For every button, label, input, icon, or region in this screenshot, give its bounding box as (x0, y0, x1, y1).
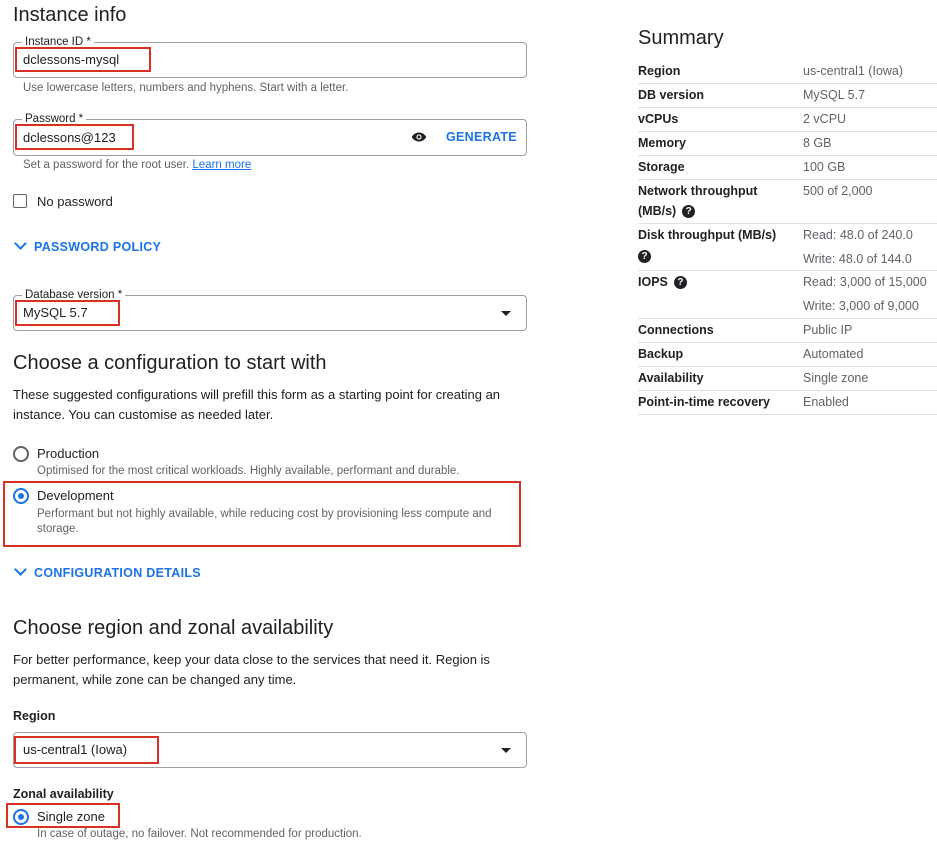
dropdown-arrow-icon (501, 311, 511, 316)
summary-row-disk-throughput: Disk throughput (MB/s) ? Read: 48.0 of 2… (638, 223, 937, 271)
summary-value: MySQL 5.7 (803, 88, 866, 102)
instance-info-title: Instance info (13, 4, 127, 26)
summary-value: 500 of 2,000 (803, 184, 873, 198)
production-description: Optimised for the most critical workload… (37, 465, 460, 477)
password-policy-label: PASSWORD POLICY (34, 240, 162, 254)
zonal-availability-label: Zonal availability (13, 787, 114, 801)
no-password-label: No password (37, 194, 113, 209)
summary-key-text: (MB/s) (638, 204, 677, 218)
no-password-checkbox[interactable] (13, 194, 27, 208)
summary-key: Backup (638, 347, 684, 361)
summary-row-vcpus: vCPUs 2 vCPU (638, 107, 937, 132)
summary-row-memory: Memory 8 GB (638, 131, 937, 156)
highlight-box (6, 803, 120, 828)
summary-key-line2: ? (632, 244, 651, 268)
learn-more-link[interactable]: Learn more (192, 159, 251, 171)
chevron-down-icon (14, 563, 27, 576)
summary-value: 8 GB (803, 136, 832, 150)
highlight-box (14, 736, 159, 764)
chevron-down-icon (14, 237, 27, 250)
summary-value: Read: 48.0 of 240.0 (803, 228, 913, 242)
summary-key: Storage (638, 160, 685, 174)
region-description: For better performance, keep your data c… (13, 652, 490, 687)
summary-row-availability: Availability Single zone (638, 366, 937, 391)
summary-key: Point-in-time recovery (638, 395, 770, 409)
summary-key: Memory (638, 136, 686, 150)
summary-row-db-version: DB version MySQL 5.7 (638, 83, 937, 108)
summary-row-network-throughput: Network throughput (MB/s)? 500 of 2,000 (638, 179, 937, 224)
password-hint: Set a password for the root user. Learn … (23, 159, 251, 171)
summary-row-storage: Storage 100 GB (638, 155, 937, 180)
region-title: Choose region and zonal availability (13, 617, 334, 639)
configuration-details-toggle[interactable]: CONFIGURATION DETAILS (14, 563, 201, 580)
instance-id-hint: Use lowercase letters, numbers and hyphe… (23, 82, 349, 94)
summary-value: Single zone (803, 371, 869, 385)
configuration-details-label: CONFIGURATION DETAILS (34, 566, 201, 580)
help-icon[interactable]: ? (682, 205, 696, 219)
summary-value: us-central1 (Iowa) (803, 64, 904, 78)
highlight-box (15, 300, 120, 326)
configuration-description: These suggested configurations will pref… (13, 387, 501, 422)
summary-key: Region (638, 64, 681, 78)
summary-row-pitr: Point-in-time recovery Enabled (638, 390, 937, 415)
summary-key: IOPS? (638, 270, 687, 294)
summary-row-connections: Connections Public IP (638, 318, 937, 343)
help-icon[interactable]: ? (638, 250, 651, 264)
visibility-eye-icon[interactable] (411, 130, 427, 144)
single-zone-description: In case of outage, no failover. Not reco… (37, 828, 362, 840)
summary-key: Availability (638, 371, 704, 385)
highlight-box (15, 47, 151, 72)
summary-key-line2: (MB/s)? (638, 199, 696, 223)
summary-key: DB version (638, 88, 704, 102)
summary-value: Read: 3,000 of 15,000 (803, 275, 927, 289)
password-policy-toggle[interactable]: PASSWORD POLICY (14, 237, 162, 254)
summary-value: 100 GB (803, 160, 846, 174)
summary-key: Disk throughput (MB/s) (638, 228, 777, 242)
highlight-box (3, 481, 521, 547)
highlight-box (15, 124, 134, 150)
summary-title: Summary (638, 27, 724, 49)
summary-key: Connections (638, 323, 714, 337)
summary-value: 2 vCPU (803, 112, 847, 126)
password-hint-text: Set a password for the root user. (23, 159, 190, 171)
summary-row-iops: IOPS? Read: 3,000 of 15,000 Write: 3,000… (638, 270, 937, 319)
summary-row-region: Region us-central1 (Iowa) (638, 59, 937, 84)
generate-button[interactable]: GENERATE (446, 130, 517, 144)
region-label: Region (13, 709, 56, 723)
summary-row-backup: Backup Automated (638, 342, 937, 367)
summary-value: Public IP (803, 323, 853, 337)
configuration-title: Choose a configuration to start with (13, 352, 327, 374)
production-label: Production (37, 446, 100, 461)
summary-value: Enabled (803, 395, 849, 409)
summary-value: Write: 3,000 of 9,000 (803, 299, 919, 313)
summary-value: Automated (803, 347, 864, 361)
summary-key-text: IOPS (638, 275, 668, 289)
summary-value: Write: 48.0 of 144.0 (803, 252, 912, 266)
production-radio[interactable] (13, 446, 29, 462)
help-icon[interactable]: ? (673, 276, 687, 290)
summary-key: vCPUs (638, 112, 679, 126)
dropdown-arrow-icon (501, 748, 511, 753)
